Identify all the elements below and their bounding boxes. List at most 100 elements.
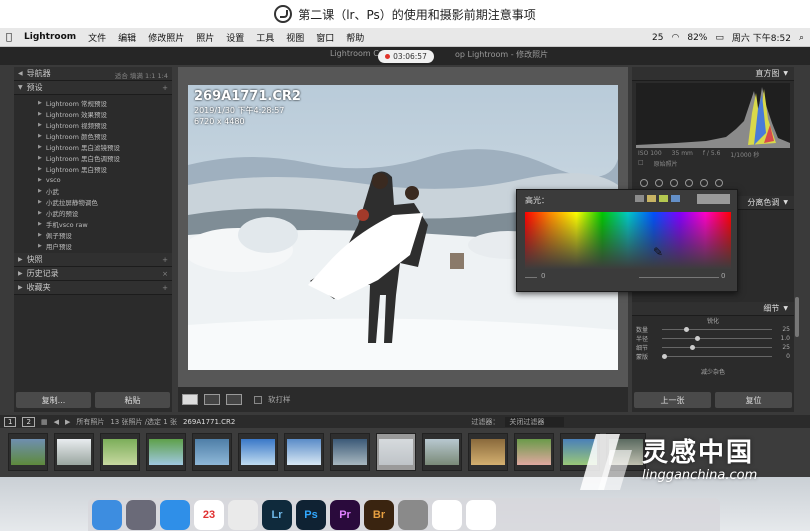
slider-masking[interactable]: 蒙版 0: [632, 352, 794, 361]
filmstrip-thumbnail[interactable]: [330, 433, 370, 471]
preset-folder[interactable]: ▶ Lightroom 黑白预设: [14, 163, 172, 174]
copy-settings-button[interactable]: 复制...: [16, 392, 91, 408]
preset-folder[interactable]: ▶ Lightroom 效果预设: [14, 108, 172, 119]
clear-history-icon[interactable]: ×: [162, 270, 168, 278]
paste-settings-button[interactable]: 粘贴: [95, 392, 170, 408]
zoom-fit[interactable]: 适合: [115, 72, 128, 80]
slider-knob[interactable]: [689, 345, 695, 350]
before-after-split-icon[interactable]: [226, 394, 242, 405]
presets-header[interactable]: ▼ 预设 +: [14, 81, 172, 95]
recording-indicator[interactable]: 03:06:57: [378, 50, 434, 63]
back-icon[interactable]: ◀: [54, 418, 59, 426]
menu-app[interactable]: Lightroom: [18, 32, 82, 42]
slider-track[interactable]: [662, 327, 772, 332]
slider-track[interactable]: [662, 345, 772, 350]
preset-folder[interactable]: ▶ Lightroom 常规预设: [14, 97, 172, 108]
settings-icon[interactable]: [398, 499, 428, 530]
add-preset-icon[interactable]: +: [162, 84, 168, 92]
premiere-icon[interactable]: Pr: [330, 499, 360, 530]
menu-file[interactable]: 文件: [82, 31, 112, 44]
page-2-button[interactable]: 2: [22, 416, 35, 427]
slider-radius[interactable]: 半径 1.0: [632, 334, 794, 343]
detail-header[interactable]: 细节 ▼: [632, 302, 794, 316]
color-picker-popup[interactable]: 高光： ✎ 0 0: [516, 189, 738, 292]
preset-folder[interactable]: ▶ 小武拉屏静物调色: [14, 196, 172, 207]
safari-icon[interactable]: [160, 499, 190, 530]
preset-folder[interactable]: ▶ 用户预设: [14, 240, 172, 251]
graduated-filter-icon[interactable]: [685, 179, 693, 187]
swatch-1[interactable]: [635, 195, 644, 202]
slider-track[interactable]: [662, 336, 772, 341]
collections-header[interactable]: ▶ 收藏夹 +: [14, 281, 172, 295]
navigator-zoom-options[interactable]: 适合 填满 1:1 1:4: [115, 70, 168, 80]
wifi-icon[interactable]: ◠: [671, 33, 679, 43]
saturation-value[interactable]: 0: [721, 272, 725, 280]
zoom-1-4[interactable]: 1:4: [158, 72, 168, 80]
menu-photo[interactable]: 照片: [190, 31, 220, 44]
slider-value[interactable]: 25: [776, 326, 790, 333]
menu-help[interactable]: 帮助: [340, 31, 370, 44]
menu-develop[interactable]: 修改照片: [142, 31, 190, 44]
saturation-slider[interactable]: [639, 277, 719, 278]
filmstrip-thumbnail[interactable]: [238, 433, 278, 471]
swatch-3[interactable]: [659, 195, 668, 202]
filmstrip-thumbnail[interactable]: [100, 433, 140, 471]
filmstrip-thumbnail[interactable]: [422, 433, 462, 471]
add-snapshot-icon[interactable]: +: [162, 256, 168, 264]
slider-amount[interactable]: 数量 25: [632, 325, 794, 334]
menu-settings[interactable]: 设置: [220, 31, 250, 44]
preset-folder[interactable]: ▶ Lightroom 视频预设: [14, 119, 172, 130]
hue-slider[interactable]: [525, 277, 537, 278]
previous-button[interactable]: 上一张: [634, 392, 711, 408]
crop-tool-icon[interactable]: [640, 179, 648, 187]
preset-folder[interactable]: ▶ Lightroom 黑白滤镜预设: [14, 141, 172, 152]
before-after-icon[interactable]: [204, 394, 220, 405]
filmstrip-thumbnail[interactable]: [8, 433, 48, 471]
slider-knob[interactable]: [662, 354, 667, 359]
filmstrip-thumbnail[interactable]: [376, 433, 416, 471]
finder-icon[interactable]: [92, 499, 122, 530]
preset-folder[interactable]: ▶ 小武的预设: [14, 207, 172, 218]
reset-button[interactable]: 复位: [715, 392, 792, 408]
slider-knob[interactable]: [684, 327, 689, 332]
original-photo-row[interactable]: □ 原始照片: [632, 159, 794, 168]
lightroom-icon[interactable]: Lr: [262, 499, 292, 530]
menu-tools[interactable]: 工具: [250, 31, 280, 44]
swatch-2[interactable]: [647, 195, 656, 202]
zoom-1-1[interactable]: 1:1: [145, 72, 155, 80]
search-icon[interactable]: ⌕: [799, 33, 804, 43]
clock[interactable]: 周六 下午8:52: [732, 31, 791, 44]
slider-value[interactable]: 1.0: [776, 335, 790, 342]
calendar-icon[interactable]: 23: [194, 499, 224, 530]
slider-value[interactable]: 0: [776, 353, 790, 360]
preset-folder[interactable]: ▶ 佩子预设: [14, 229, 172, 240]
notification-badge[interactable]: 25: [652, 33, 663, 43]
preset-folder[interactable]: ▶ Lightroom 颜色预设: [14, 130, 172, 141]
color-spectrum[interactable]: [525, 212, 731, 269]
radial-filter-icon[interactable]: [700, 179, 708, 187]
loupe-view-icon[interactable]: [182, 394, 198, 405]
page-1-button[interactable]: 1: [4, 416, 17, 427]
right-scrollbar[interactable]: [795, 297, 799, 337]
menu-view[interactable]: 视图: [280, 31, 310, 44]
preset-folder[interactable]: ▶ 小武: [14, 185, 172, 196]
filmstrip-thumbnail[interactable]: [54, 433, 94, 471]
navigator-header[interactable]: ◀ 导航器 适合 填满 1:1 1:4: [14, 67, 172, 81]
adjustment-brush-icon[interactable]: [715, 179, 723, 187]
slider-value[interactable]: 25: [776, 344, 790, 351]
original-photo-checkbox[interactable]: □: [638, 159, 644, 168]
add-collection-icon[interactable]: +: [162, 284, 168, 292]
filmstrip-thumbnail[interactable]: [284, 433, 324, 471]
bridge-icon[interactable]: Br: [364, 499, 394, 530]
slider-track[interactable]: [662, 354, 772, 359]
filmstrip-thumbnail[interactable]: [192, 433, 232, 471]
history-header[interactable]: ▶ 历史记录 ×: [14, 267, 172, 281]
forward-icon[interactable]: ▶: [65, 418, 70, 426]
swatch-4[interactable]: [671, 195, 680, 202]
zoom-fill[interactable]: 填满: [130, 72, 143, 80]
slider-detail[interactable]: 细节 25: [632, 343, 794, 352]
filmstrip-thumbnail[interactable]: [146, 433, 186, 471]
spot-removal-icon[interactable]: [655, 179, 663, 187]
filmstrip-thumbnail[interactable]: [514, 433, 554, 471]
battery-level[interactable]: 82%: [687, 33, 707, 43]
